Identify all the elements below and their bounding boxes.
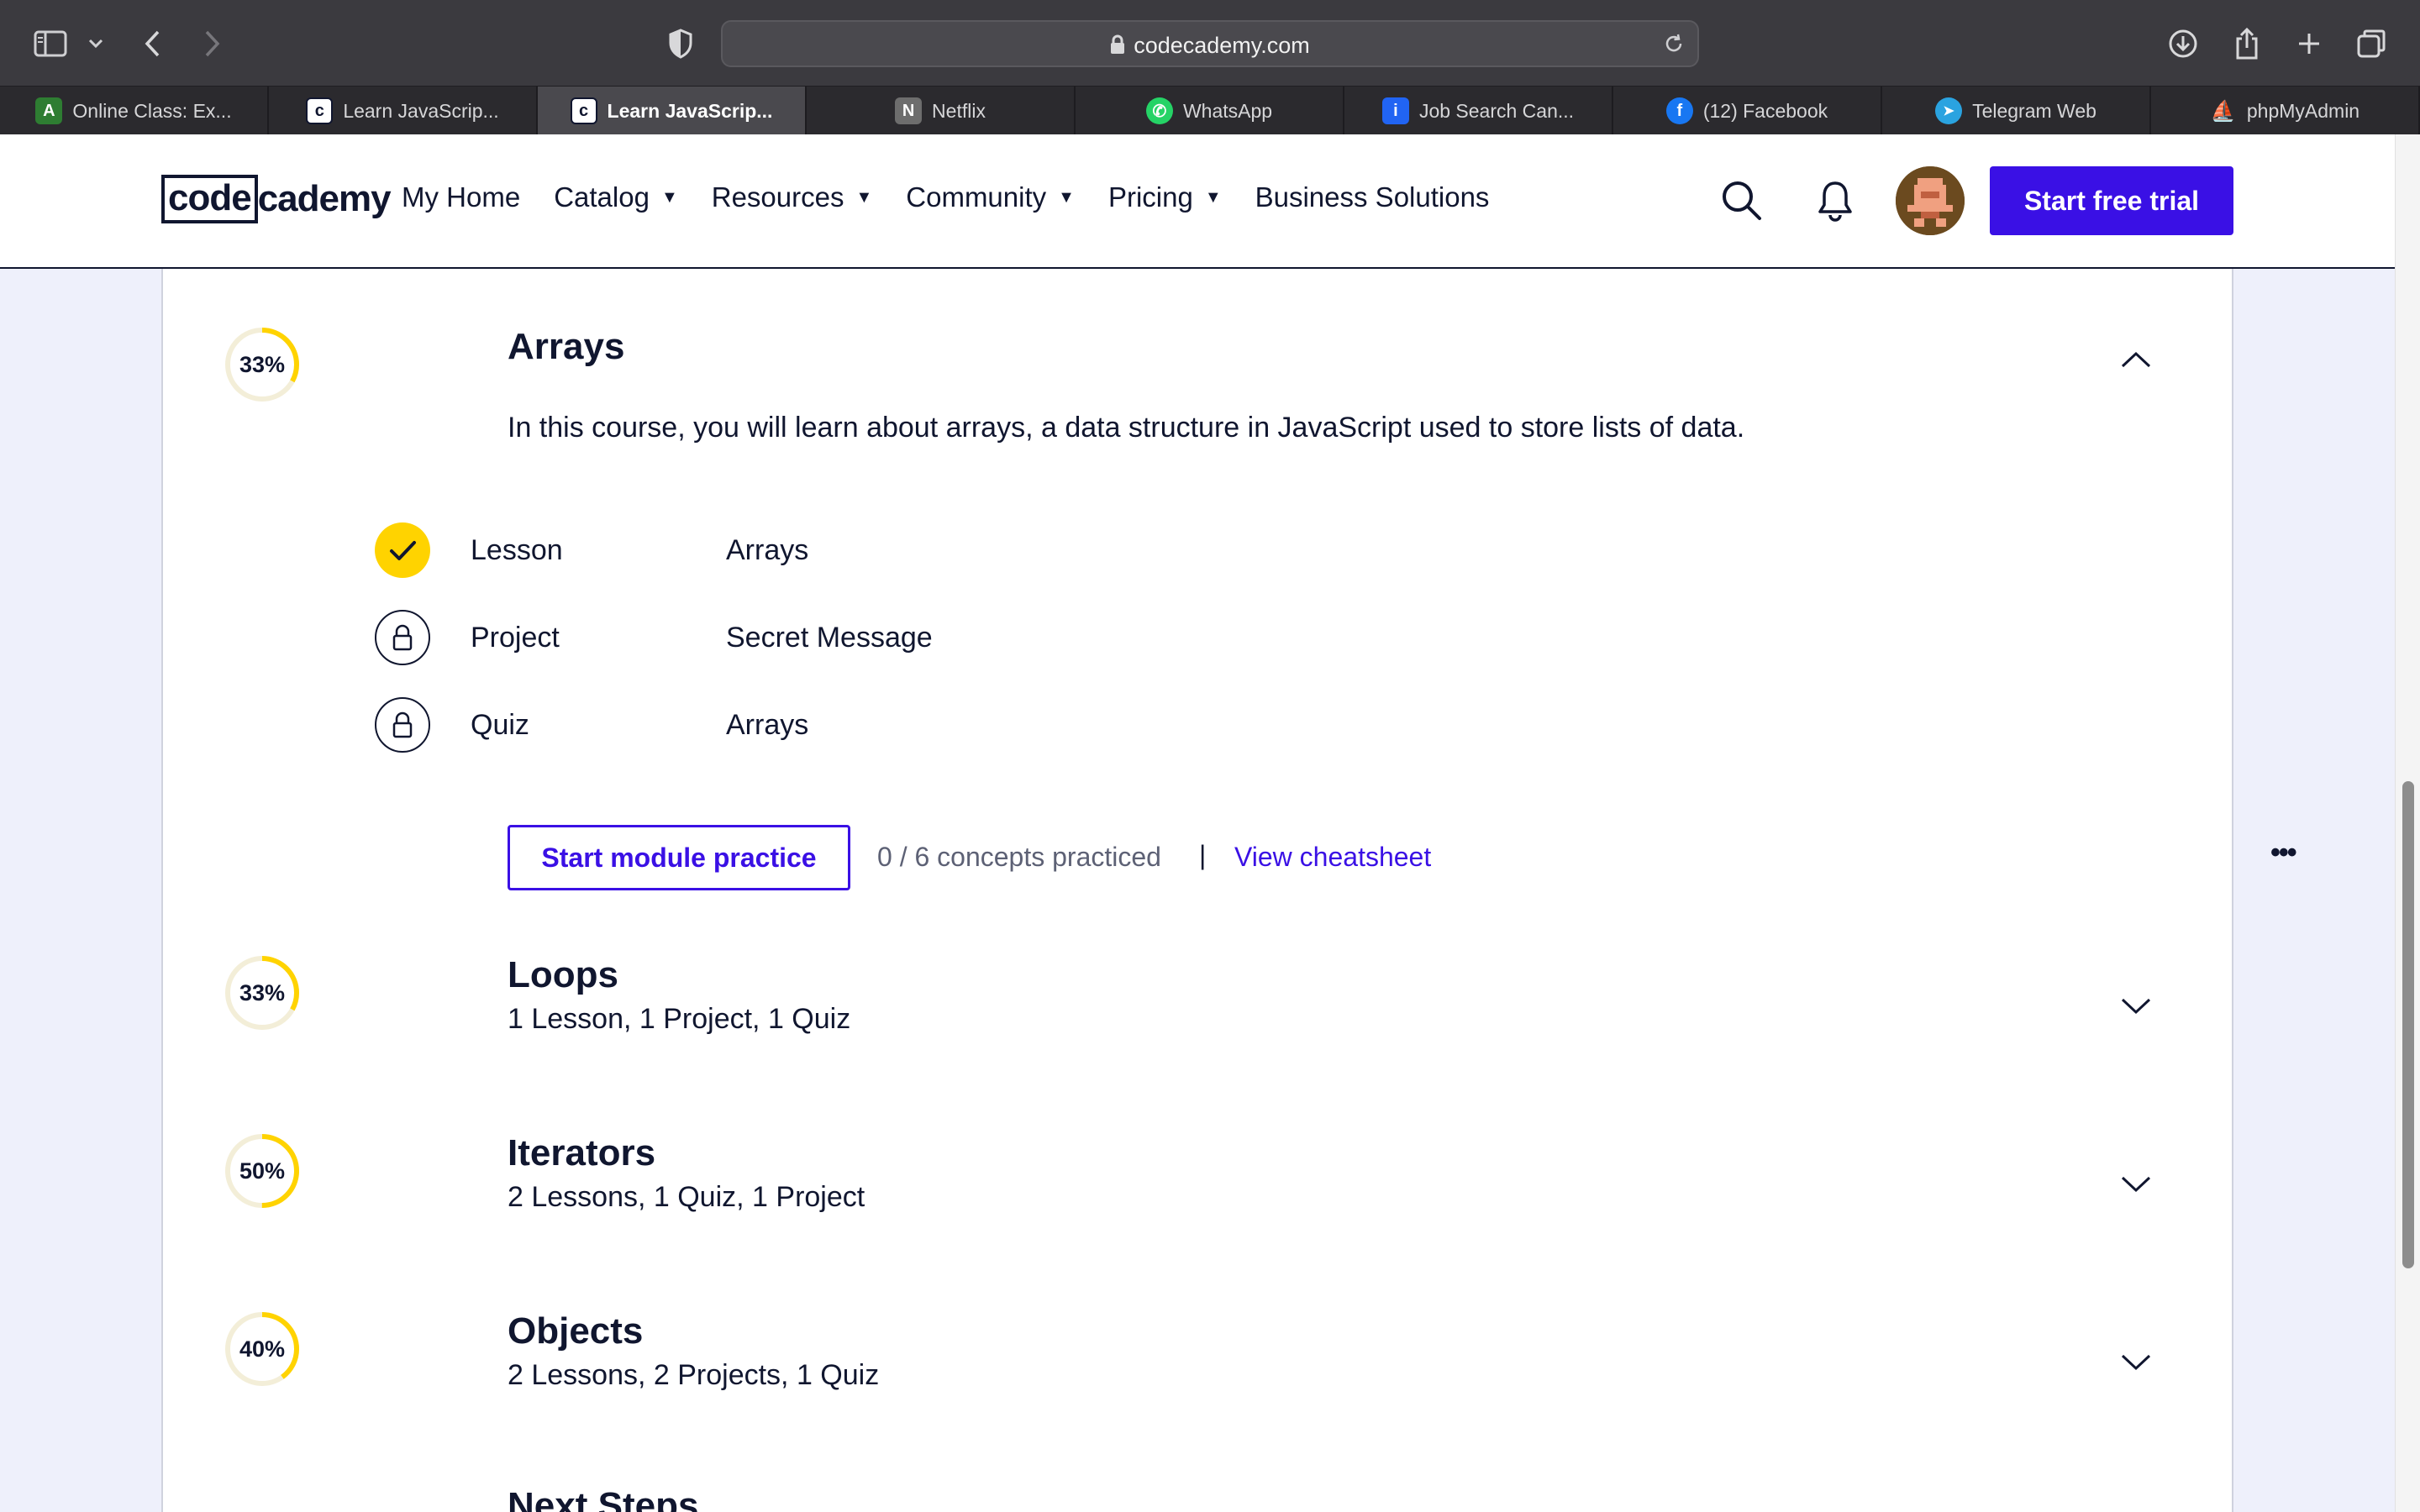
caret-down-icon: ▼ <box>1204 187 1222 207</box>
progress-label: 33% <box>239 979 286 1005</box>
url-text: codecademy.com <box>1134 33 1310 58</box>
tab-telegram[interactable]: ➤ Telegram Web <box>1882 87 2151 135</box>
tab-label: Telegram Web <box>1972 99 2096 122</box>
lock-icon <box>375 610 430 665</box>
module-summary: 1 Lesson, 1 Project, 1 Quiz <box>508 1003 851 1035</box>
progress-ring: 33% <box>224 954 301 1032</box>
lock-icon <box>375 697 430 753</box>
codecademy-favicon: c <box>306 97 334 124</box>
item-link-secret-message[interactable]: Secret Message <box>726 622 933 654</box>
tab-phpmyadmin[interactable]: ⛵ phpMyAdmin <box>2151 87 2420 135</box>
item-type-project: Project <box>471 622 560 654</box>
tab-learn-javascript-1[interactable]: c Learn JavaScrip... <box>269 87 538 135</box>
forward-icon[interactable] <box>193 25 230 62</box>
progress-ring: 33% <box>224 326 301 403</box>
progress-ring: 40% <box>224 1310 301 1388</box>
concepts-practiced-count: 0 / 6 concepts practiced <box>877 842 1161 872</box>
sidebar-toggle-icon[interactable] <box>32 25 69 62</box>
chevron-down-icon[interactable] <box>79 25 113 62</box>
scrollbar-thumb[interactable] <box>2402 781 2414 1268</box>
tab-online-class[interactable]: A Online Class: Ex... <box>0 87 269 135</box>
download-icon[interactable] <box>2165 25 2202 62</box>
tab-netflix[interactable]: N Netflix <box>807 87 1076 135</box>
start-free-trial-button[interactable]: Start free trial <box>1990 166 2233 235</box>
tab-label: phpMyAdmin <box>2246 99 2360 122</box>
search-icon[interactable] <box>1719 178 1763 222</box>
module-title[interactable]: Iterators <box>508 1132 655 1174</box>
module-title[interactable]: Loops <box>508 954 618 996</box>
site-header: code cademy My Home Catalog ▼ Resources ▼ C… <box>0 134 2395 269</box>
module-description: In this course, you will learn about arr… <box>508 412 1745 444</box>
codecademy-logo[interactable]: code cademy <box>161 174 392 224</box>
tab-label: WhatsApp <box>1182 99 1273 122</box>
tab-bar: A Online Class: Ex... c Learn JavaScrip.… <box>0 86 2420 135</box>
nav-my-home[interactable]: My Home <box>402 181 520 213</box>
shield-icon[interactable] <box>662 25 699 62</box>
scrollbar[interactable] <box>2395 134 2420 1512</box>
chevron-up-icon[interactable] <box>2119 349 2153 370</box>
tab-overview-icon[interactable] <box>2353 25 2390 62</box>
tab-label: Learn JavaScrip... <box>607 99 773 122</box>
chevron-down-icon[interactable] <box>2119 1174 2153 1194</box>
module-title[interactable]: Objects <box>508 1310 643 1352</box>
next-steps-heading: Next Steps <box>508 1485 699 1512</box>
tab-label: Online Class: Ex... <box>72 99 232 122</box>
address-bar[interactable]: codecademy.com <box>721 20 1699 67</box>
progress-label: 40% <box>239 1336 286 1362</box>
check-icon <box>375 522 430 578</box>
more-options-icon[interactable]: ••• <box>2270 837 2297 869</box>
chevron-down-icon[interactable] <box>2119 1352 2153 1373</box>
syllabus-card: 33% Arrays In this course, you will lear… <box>161 269 2297 1512</box>
telegram-favicon: ➤ <box>1935 97 1963 124</box>
progress-ring: 50% <box>224 1132 301 1210</box>
tab-label: Job Search Can... <box>1418 99 1575 122</box>
tab-label: (12) Facebook <box>1702 99 1828 122</box>
nav-business-solutions[interactable]: Business Solutions <box>1255 181 1490 213</box>
item-type-quiz: Quiz <box>471 709 529 741</box>
view-cheatsheet-link[interactable]: View cheatsheet <box>1234 842 1431 873</box>
tab-job-search[interactable]: i Job Search Can... <box>1344 87 1613 135</box>
start-module-practice-button[interactable]: Start module practice <box>508 825 850 890</box>
main-nav: My Home Catalog ▼ Resources ▼ Community ▼ P… <box>402 181 1523 213</box>
online-class-favicon: A <box>35 97 63 124</box>
share-icon[interactable] <box>2228 25 2265 62</box>
indeed-favicon: i <box>1381 97 1409 124</box>
item-link-arrays-quiz[interactable]: Arrays <box>726 709 808 742</box>
tab-facebook[interactable]: f (12) Facebook <box>1613 87 1882 135</box>
codecademy-favicon: c <box>570 97 597 124</box>
new-tab-icon[interactable] <box>2291 25 2328 62</box>
browser-toolbar: codecademy.com <box>0 0 2420 86</box>
lock-icon <box>1110 34 1125 60</box>
caret-down-icon: ▼ <box>660 187 678 207</box>
phpmyadmin-favicon: ⛵ <box>2210 99 2236 123</box>
reload-icon[interactable] <box>1662 32 1686 60</box>
tab-learn-javascript-active[interactable]: c Learn JavaScrip... <box>538 87 807 135</box>
avatar[interactable] <box>1896 166 1965 235</box>
whatsapp-favicon: ✆ <box>1145 97 1173 124</box>
nav-pricing[interactable]: Pricing ▼ <box>1108 181 1222 213</box>
nav-community[interactable]: Community ▼ <box>906 181 1075 213</box>
caret-down-icon: ▼ <box>1058 187 1075 207</box>
nav-catalog[interactable]: Catalog ▼ <box>554 181 678 213</box>
item-link-arrays-lesson[interactable]: Arrays <box>726 534 808 567</box>
module-summary: 2 Lessons, 2 Projects, 1 Quiz <box>508 1359 880 1391</box>
netflix-favicon: N <box>895 97 923 124</box>
bell-icon[interactable] <box>1813 178 1857 222</box>
tab-label: Netflix <box>932 99 986 122</box>
back-icon[interactable] <box>134 25 171 62</box>
item-type-lesson: Lesson <box>471 534 563 566</box>
progress-label: 33% <box>239 351 286 377</box>
separator: | <box>1199 840 1207 870</box>
progress-label: 50% <box>239 1158 286 1184</box>
module-summary: 2 Lessons, 1 Quiz, 1 Project <box>508 1181 865 1213</box>
caret-down-icon: ▼ <box>855 187 873 207</box>
tab-whatsapp[interactable]: ✆ WhatsApp <box>1076 87 1344 135</box>
facebook-favicon: f <box>1665 97 1693 124</box>
tab-label: Learn JavaScrip... <box>343 99 499 122</box>
chevron-down-icon[interactable] <box>2119 996 2153 1016</box>
course-content: 33% Arrays In this course, you will lear… <box>0 269 2395 1512</box>
module-title[interactable]: Arrays <box>508 326 624 368</box>
nav-resources[interactable]: Resources ▼ <box>712 181 873 213</box>
